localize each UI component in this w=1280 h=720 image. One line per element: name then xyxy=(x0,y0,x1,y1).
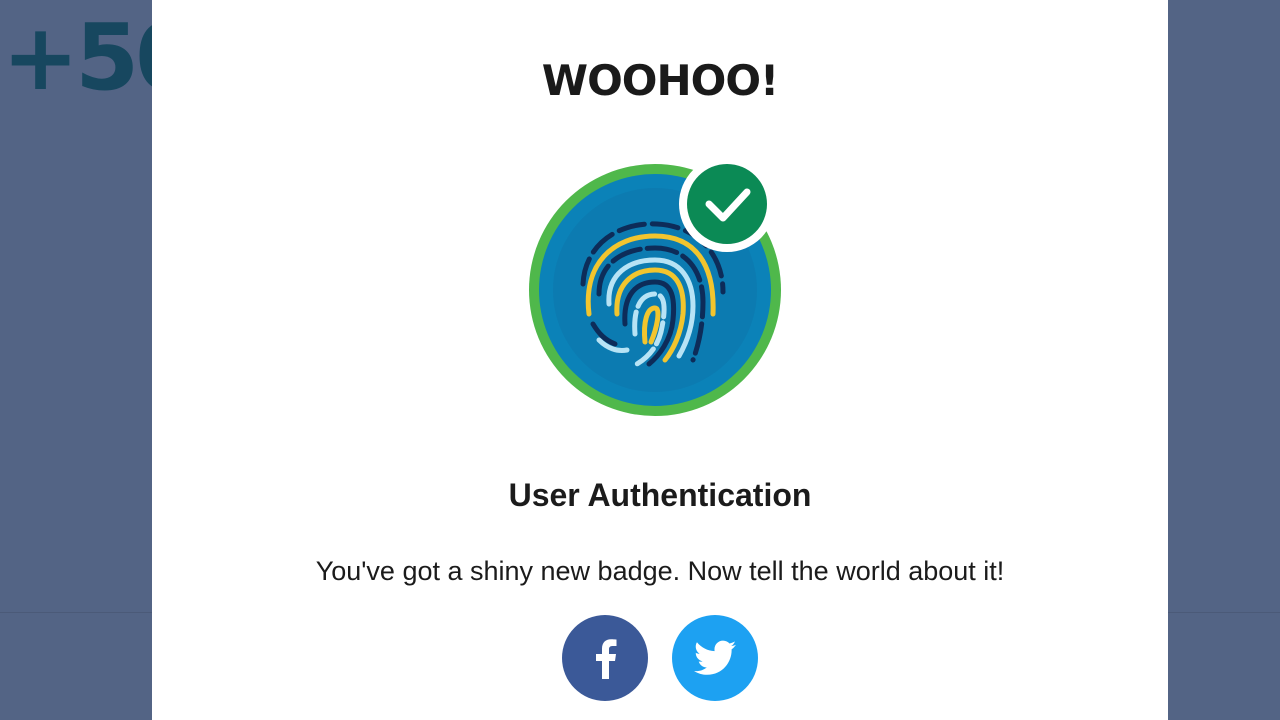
badge-earned-modal: WOOHOO! User Authentication You've got a… xyxy=(152,0,1168,720)
facebook-icon xyxy=(596,639,617,679)
share-twitter-button[interactable] xyxy=(672,615,758,701)
badge-name: User Authentication xyxy=(508,477,812,513)
share-message: You've got a shiny new badge. Now tell t… xyxy=(315,556,1005,586)
twitter-icon xyxy=(694,640,736,675)
modal-title: WOOHOO! xyxy=(541,56,779,105)
fingerprint-icon xyxy=(529,164,781,416)
badge-image xyxy=(527,164,787,424)
share-facebook-button[interactable] xyxy=(562,615,648,701)
